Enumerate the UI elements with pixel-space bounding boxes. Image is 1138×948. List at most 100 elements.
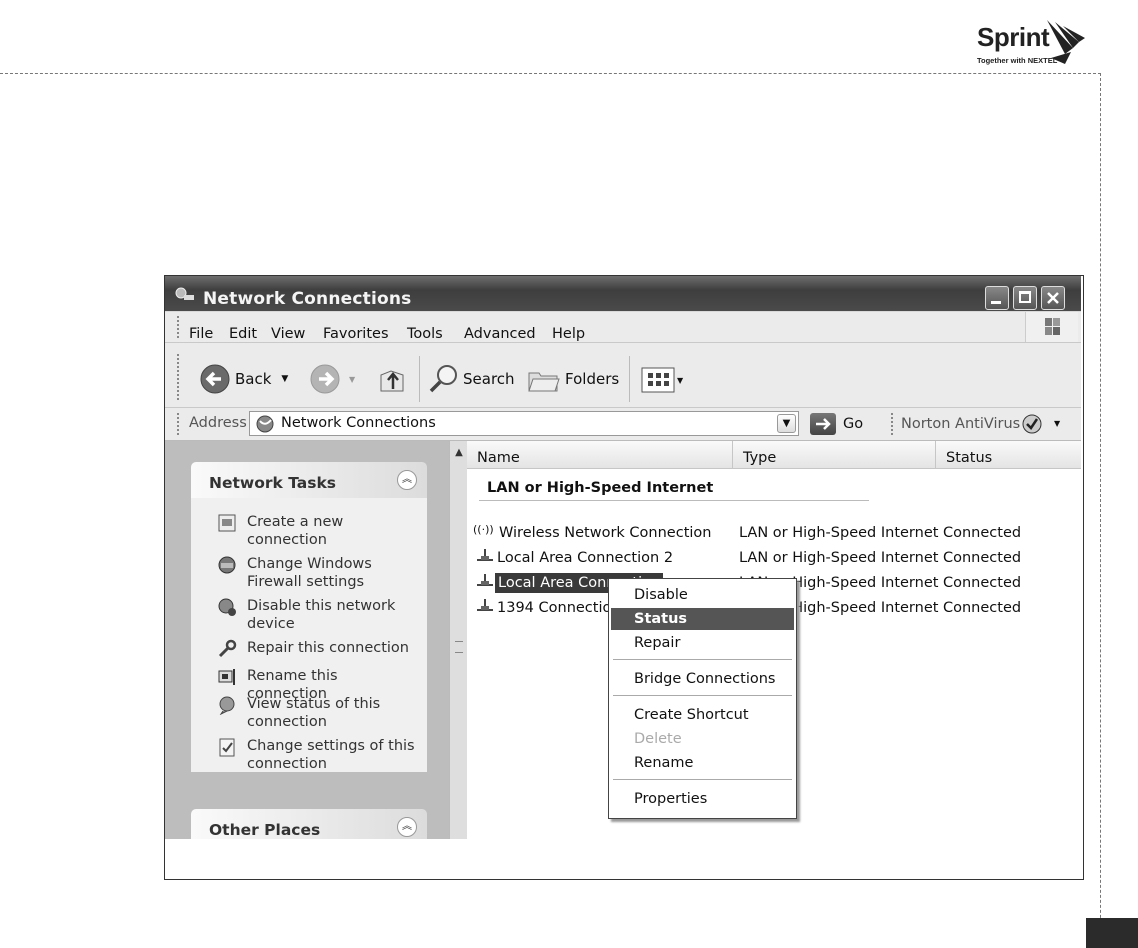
lan-icon (477, 574, 493, 586)
views-dropdown-icon[interactable]: ▼ (677, 376, 683, 385)
go-label[interactable]: Go (843, 416, 863, 432)
connection-name: Local Area Connection 2 (497, 550, 674, 566)
back-dropdown-icon[interactable]: ▼ (281, 374, 288, 384)
menu-item-create-shortcut[interactable]: Create Shortcut (611, 704, 794, 726)
network-tasks-title: Network Tasks (209, 474, 337, 492)
menu-item-bridge-connections[interactable]: Bridge Connections (611, 668, 794, 690)
network-connections-icon (175, 287, 194, 300)
search-label: Search (463, 370, 515, 388)
explorer-window: Network Connections File Edit View Favor… (165, 276, 1081, 839)
other-places-title: Other Places (209, 821, 321, 839)
menu-view[interactable]: View (271, 326, 305, 342)
task-label: View status of this connection (247, 696, 381, 730)
go-arrow-icon (816, 418, 831, 430)
menu-tools[interactable]: Tools (407, 326, 443, 342)
task-label: Repair this connection (247, 640, 409, 656)
column-header-type[interactable]: Type (733, 441, 936, 469)
toolbar-grip[interactable] (177, 354, 182, 400)
menu-grip[interactable] (177, 316, 182, 338)
page-tab (1086, 918, 1138, 948)
menu-favorites[interactable]: Favorites (323, 326, 389, 342)
up-folder-button[interactable] (377, 363, 409, 395)
settings-icon (219, 738, 235, 757)
go-button[interactable] (810, 413, 836, 435)
lan-icon (477, 549, 493, 561)
menu-separator (613, 659, 792, 660)
norton-shield-icon (1022, 414, 1042, 434)
menu-separator (613, 695, 792, 696)
new-connection-icon (218, 514, 236, 532)
menu-item-properties[interactable]: Properties (611, 788, 794, 810)
collapse-icon[interactable]: ︽ (397, 817, 417, 837)
close-button[interactable] (1041, 286, 1065, 310)
column-header-status[interactable]: Status (936, 441, 1081, 469)
maximize-button[interactable] (1013, 286, 1037, 310)
menu-item-status[interactable]: Status (611, 608, 794, 630)
menu-item-repair[interactable]: Repair (611, 632, 794, 654)
close-icon (1047, 292, 1059, 304)
norton-label: Norton AntiVirus (901, 416, 1021, 432)
sprint-swoosh-icon (1047, 20, 1085, 64)
rename-icon (218, 669, 235, 685)
menu-edit[interactable]: Edit (229, 326, 257, 342)
group-title: LAN or High-Speed Internet (487, 480, 714, 496)
window-title: Network Connections (203, 289, 412, 309)
address-label: Address (189, 415, 247, 431)
forward-button[interactable]: ▼ (309, 363, 355, 395)
other-places-header[interactable]: Other Places ︽ (191, 809, 427, 839)
toolbar-separator (629, 356, 630, 402)
windows-flag-icon (1045, 318, 1060, 335)
title-bar[interactable]: Network Connections (165, 276, 1081, 311)
scroll-up-icon[interactable]: ▲ (451, 445, 467, 461)
folder-up-icon (380, 370, 404, 392)
forward-dropdown-icon[interactable]: ▼ (349, 375, 355, 384)
folders-label: Folders (565, 370, 620, 388)
collapse-icon[interactable]: ︽ (397, 470, 417, 490)
firewall-icon (218, 556, 236, 574)
connection-status: Connected (943, 525, 1022, 541)
search-button[interactable]: Search (427, 363, 515, 395)
address-dropdown-icon[interactable]: ▼ (777, 414, 796, 433)
norton-grip[interactable] (891, 413, 896, 435)
back-button[interactable]: Back ▼ (199, 363, 288, 395)
page-border-right (1100, 73, 1101, 948)
norton-dropdown-icon[interactable]: ▼ (1054, 419, 1060, 428)
menu-item-rename[interactable]: Rename (611, 752, 794, 774)
connection-status: Connected (943, 600, 1022, 616)
views-button[interactable]: ▼ (641, 367, 683, 393)
menu-item-disable[interactable]: Disable (611, 584, 794, 606)
address-grip[interactable] (177, 413, 182, 435)
standard-toolbar (165, 343, 1081, 408)
status-icon (219, 696, 235, 715)
context-menu: Disable Status Repair Bridge Connections… (608, 578, 797, 819)
folders-icon (528, 372, 560, 392)
menu-file[interactable]: File (189, 326, 213, 342)
wireless-icon: ((·)) (473, 523, 494, 536)
network-tasks-header[interactable]: Network Tasks ︽ (191, 462, 427, 498)
repair-icon (218, 639, 237, 658)
windows-logo (1025, 312, 1078, 342)
connection-status: Connected (943, 550, 1022, 566)
views-icon (641, 367, 675, 393)
menu-item-delete: Delete (634, 731, 682, 747)
task-label: Change settings of this connection (247, 738, 415, 772)
task-pane: Network Tasks ︽ Create a new connection … (165, 441, 449, 839)
folders-button[interactable]: Folders (525, 363, 619, 395)
task-label: Disable this network device (247, 598, 396, 632)
scroll-grip[interactable] (455, 641, 463, 653)
minimize-button[interactable] (985, 286, 1009, 310)
column-header-name[interactable]: Name (467, 441, 733, 469)
connection-status: Connected (943, 575, 1022, 591)
menu-advanced[interactable]: Advanced (464, 326, 536, 342)
back-label: Back (235, 370, 272, 388)
connection-type: LAN or High-Speed Internet (739, 525, 939, 541)
menu-separator (613, 779, 792, 780)
menu-help[interactable]: Help (552, 326, 585, 342)
task-label: Change Windows Firewall settings (247, 556, 372, 590)
toolbar-separator (419, 356, 420, 402)
network-globe-icon (256, 415, 274, 433)
screenshot-frame: Network Connections File Edit View Favor… (164, 275, 1084, 880)
group-divider (479, 500, 869, 501)
address-input[interactable]: Network Connections ▼ (249, 411, 799, 436)
task-pane-scrollbar[interactable]: ▲ (449, 441, 468, 839)
